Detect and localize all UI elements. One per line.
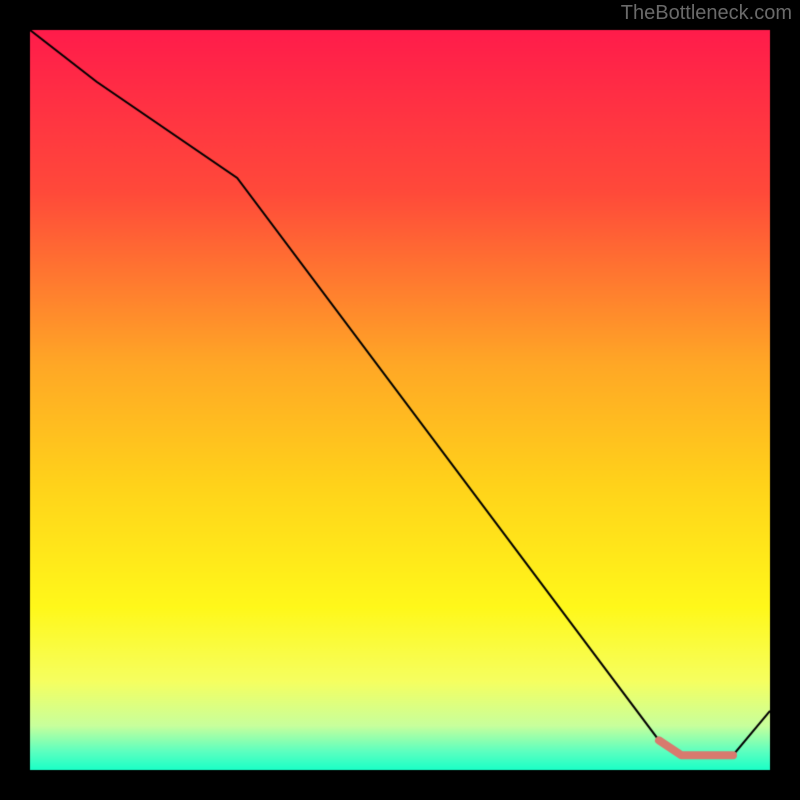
chart-canvas bbox=[0, 0, 800, 800]
chart-container: TheBottleneck.com bbox=[0, 0, 800, 800]
attribution-text: TheBottleneck.com bbox=[621, 2, 792, 25]
